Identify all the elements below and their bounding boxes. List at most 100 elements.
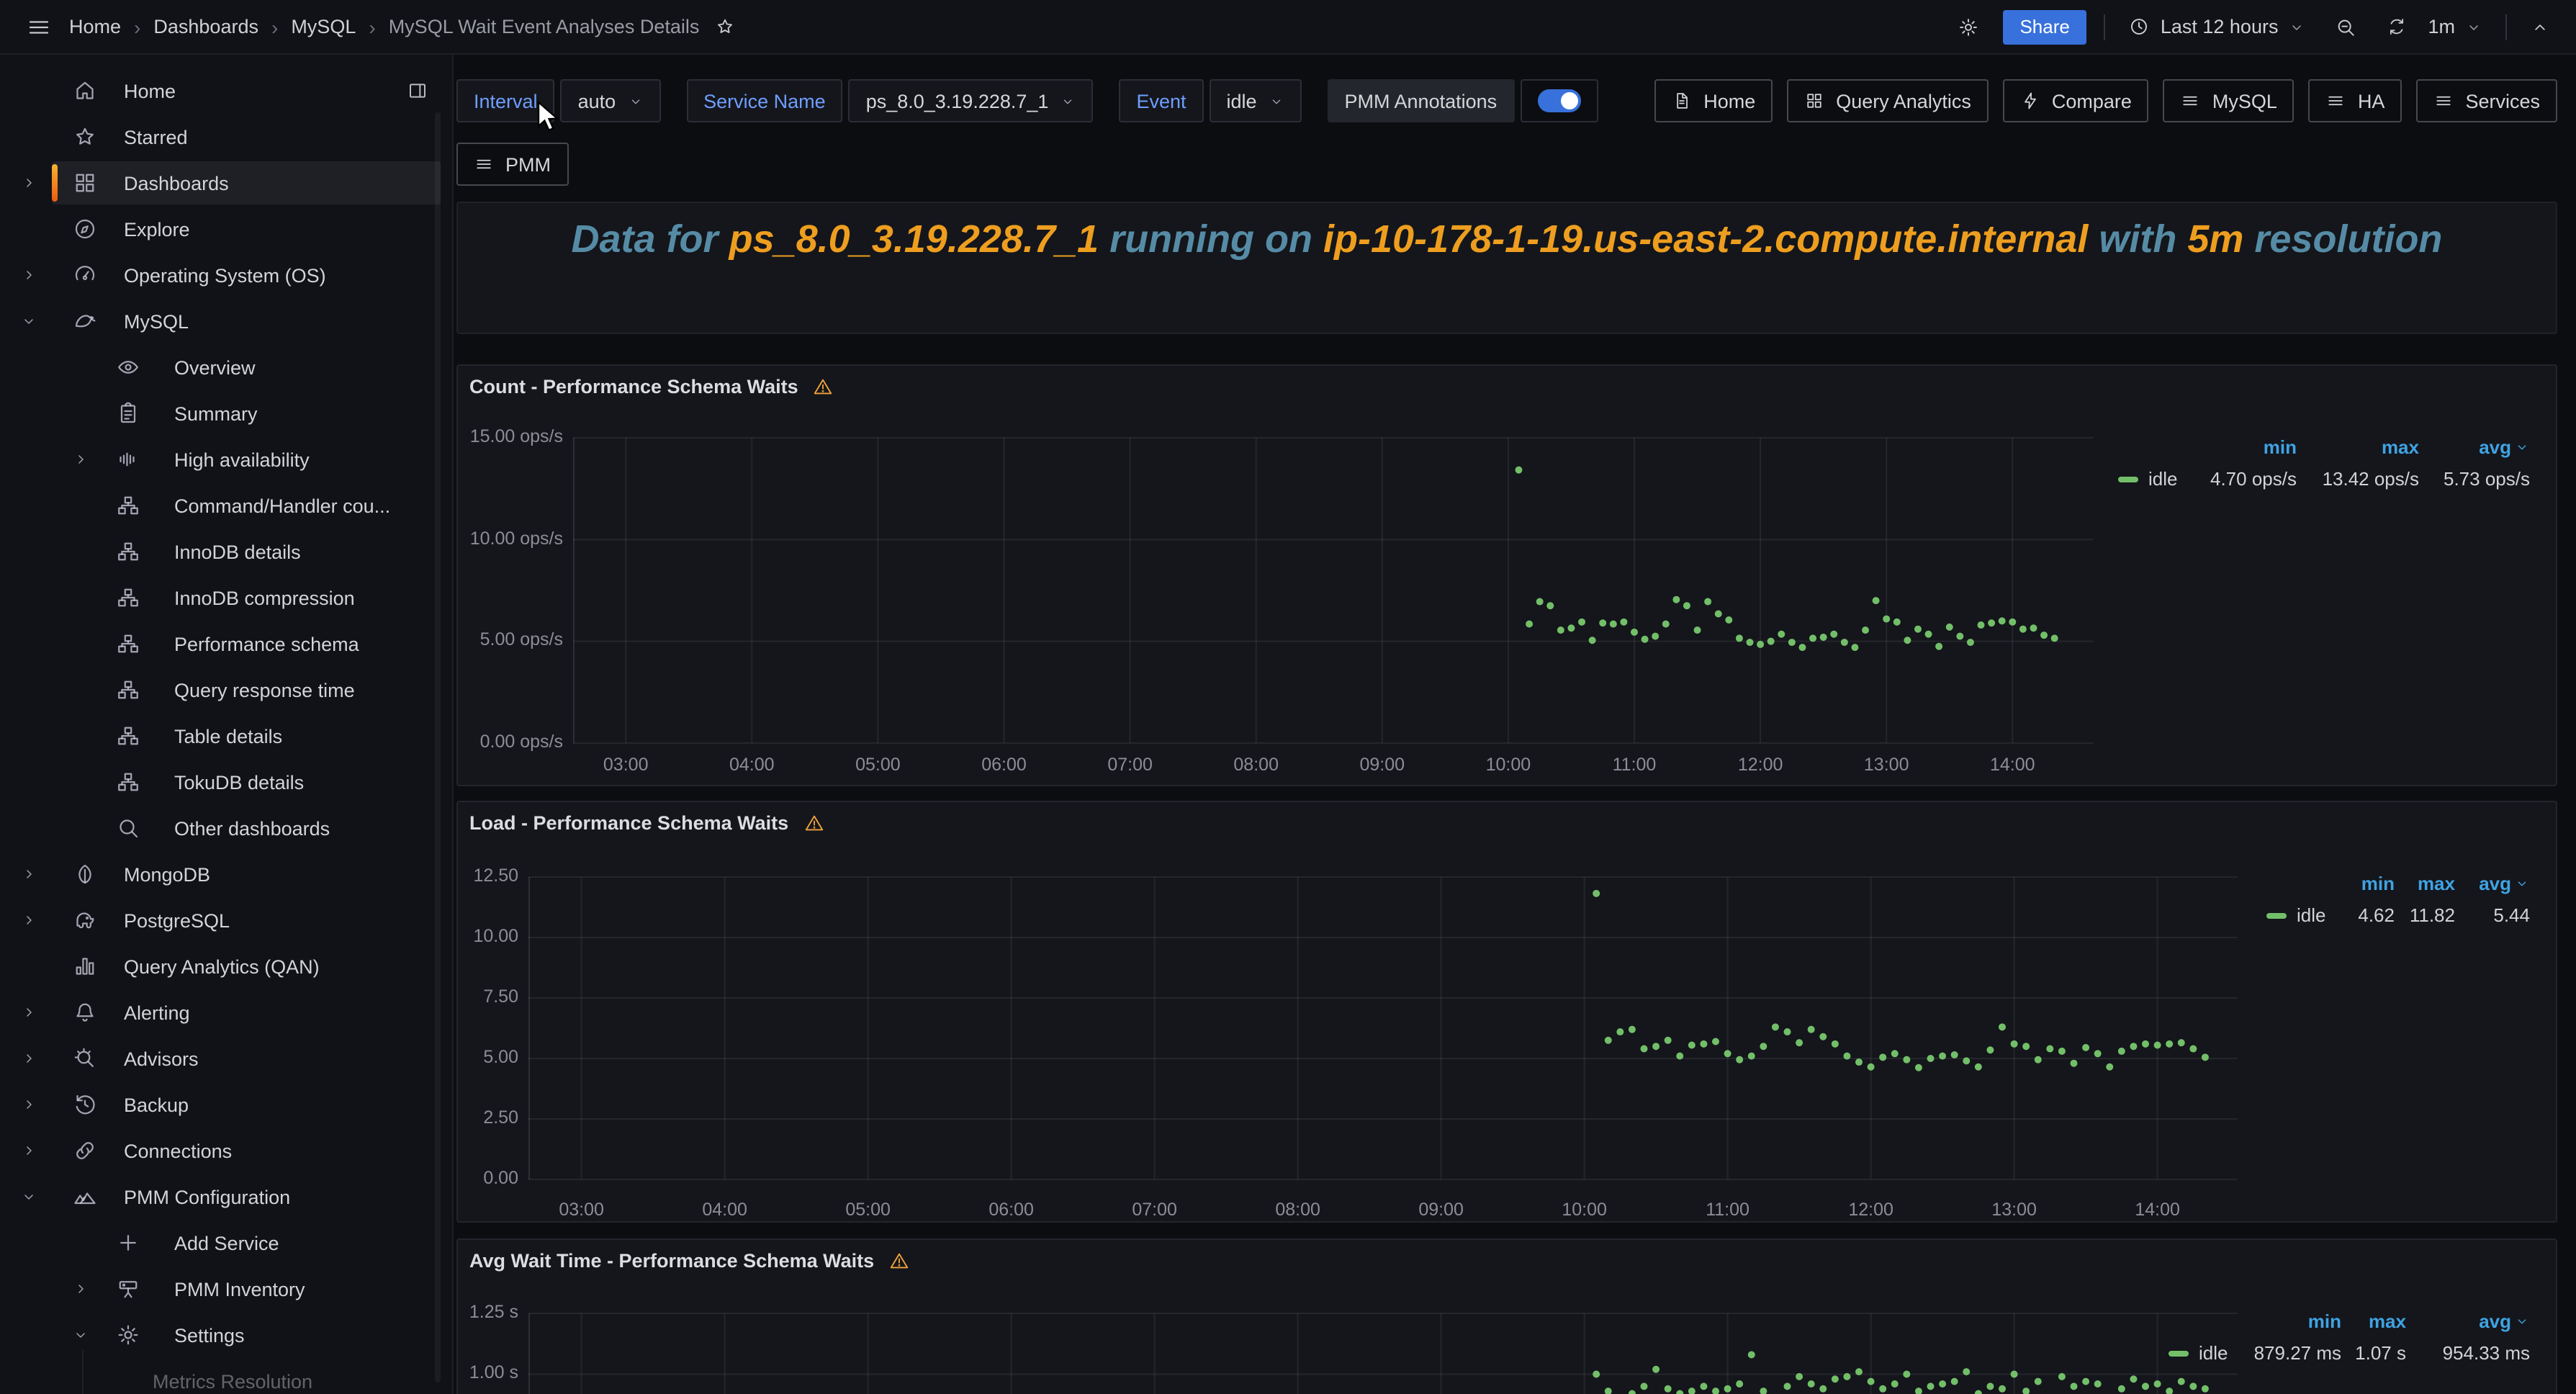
- link-button-ha[interactable]: HA: [2309, 79, 2402, 122]
- sidebar-item-innodb-compression[interactable]: InnoDB compression: [0, 575, 452, 621]
- server-icon: [115, 1276, 141, 1302]
- chevron-right-icon[interactable]: [20, 1004, 37, 1021]
- data-point: [1688, 1388, 1695, 1394]
- event-label[interactable]: Event: [1119, 79, 1203, 122]
- sidebar-item-performance-schema[interactable]: Performance schema: [0, 621, 452, 667]
- legend-sort-header-avg[interactable]: avg: [2419, 436, 2530, 458]
- data-point: [1855, 1058, 1863, 1066]
- history-icon: [72, 1092, 98, 1118]
- sidebar-item-pmm-inventory[interactable]: PMM Inventory: [0, 1266, 452, 1312]
- link-button-compare[interactable]: Compare: [2003, 79, 2149, 122]
- refresh-interval-dropdown[interactable]: 1m: [2422, 13, 2488, 40]
- legend-sort-header-avg[interactable]: avg: [2406, 1310, 2530, 1332]
- sidebar-item-overview[interactable]: Overview: [0, 344, 452, 390]
- chevron-down-icon[interactable]: [20, 312, 37, 330]
- zoom-out-button[interactable]: [2328, 9, 2363, 44]
- sidebar-item-operating-system-os[interactable]: Operating System (OS): [0, 252, 452, 298]
- chevron-right-icon[interactable]: [20, 1096, 37, 1113]
- link-button-query-analytics[interactable]: Query Analytics: [1787, 79, 1989, 122]
- service-name-label[interactable]: Service Name: [686, 79, 843, 122]
- sidebar-item-other-dashboards[interactable]: Other dashboards: [0, 805, 452, 851]
- sidebar-item-table-details[interactable]: Table details: [0, 713, 452, 759]
- refresh-button[interactable]: [2380, 10, 2413, 43]
- sidebar-item-query-analytics-qan[interactable]: Query Analytics (QAN): [0, 943, 452, 989]
- mysql-icon: [72, 308, 98, 334]
- sidebar-item-mongodb[interactable]: MongoDB: [0, 851, 452, 897]
- chevron-right-icon[interactable]: [20, 912, 37, 929]
- file-icon: [1672, 91, 1692, 111]
- sidebar-item-metrics-resolution[interactable]: Metrics Resolution: [0, 1358, 452, 1394]
- legend-series-idle[interactable]: idle: [2118, 468, 2199, 490]
- chevron-down-icon[interactable]: [20, 1188, 37, 1205]
- sidebar-item-summary[interactable]: Summary: [0, 390, 452, 436]
- share-button[interactable]: Share: [2002, 9, 2086, 44]
- panel-right-icon[interactable]: [406, 79, 429, 102]
- warning-icon[interactable]: [803, 812, 824, 834]
- chevron-right-icon[interactable]: [72, 451, 89, 468]
- sidebar-item-home[interactable]: Home: [0, 68, 452, 114]
- service-name-dropdown[interactable]: ps_8.0_3.19.228.7_1: [849, 79, 1094, 122]
- warning-icon[interactable]: [813, 376, 834, 397]
- sidebar-item-mysql[interactable]: MySQL: [0, 298, 452, 344]
- legend-sort-header-min[interactable]: min: [2233, 1310, 2341, 1332]
- link-button-mysql[interactable]: MySQL: [2163, 79, 2294, 122]
- data-point: [2035, 1378, 2042, 1385]
- data-point: [1873, 597, 1880, 604]
- pmm-annotations-toggle[interactable]: [1520, 79, 1598, 122]
- favorite-star-button[interactable]: [708, 10, 741, 43]
- chevron-right-icon[interactable]: [72, 1280, 89, 1298]
- interval-dropdown[interactable]: auto: [561, 79, 661, 122]
- pmm-link-button[interactable]: PMM: [456, 143, 568, 186]
- legend-sort-header-max[interactable]: max: [2395, 873, 2455, 894]
- data-point: [1903, 1371, 1910, 1378]
- legend-sort-header-avg[interactable]: avg: [2455, 873, 2530, 894]
- sidebar-item-query-response-time[interactable]: Query response time: [0, 667, 452, 713]
- breadcrumb-item[interactable]: Home: [69, 16, 121, 37]
- sidebar-item-explore[interactable]: Explore: [0, 206, 452, 252]
- kiosk-mode-button[interactable]: [2524, 11, 2556, 42]
- sidebar-item-settings[interactable]: Settings: [0, 1312, 452, 1358]
- sidebar-item-dashboards[interactable]: Dashboards: [0, 160, 452, 206]
- sidebar-item-advisors[interactable]: Advisors: [0, 1035, 452, 1082]
- breadcrumb-item[interactable]: MySQL: [291, 16, 356, 37]
- link-button-services[interactable]: Services: [2416, 79, 2557, 122]
- menu-toggle-button[interactable]: [20, 8, 58, 45]
- sidebar-item-high-availability[interactable]: High availability: [0, 436, 452, 482]
- data-point: [2009, 619, 2016, 626]
- time-range-picker[interactable]: Last 12 hours: [2123, 13, 2312, 40]
- chevron-down-icon[interactable]: [72, 1326, 89, 1344]
- sidebar-item-alerting[interactable]: Alerting: [0, 989, 452, 1035]
- sidebar-item-command-handler-cou[interactable]: Command/Handler cou...: [0, 482, 452, 529]
- dashboard-settings-button[interactable]: [1950, 9, 1985, 44]
- sidebar-item-connections[interactable]: Connections: [0, 1128, 452, 1174]
- panel-header[interactable]: Count - Performance Schema Waits: [469, 376, 834, 397]
- breadcrumb-item[interactable]: Dashboards: [153, 16, 258, 37]
- banner-segment: Data for: [572, 217, 729, 261]
- sidebar-item-innodb-details[interactable]: InnoDB details: [0, 529, 452, 575]
- legend-series-idle[interactable]: idle: [2266, 904, 2333, 926]
- clock-icon: [2129, 16, 2151, 37]
- legend-series-idle[interactable]: idle: [2169, 1342, 2233, 1364]
- chevron-right-icon[interactable]: [20, 865, 37, 883]
- chevron-right-icon[interactable]: [20, 174, 37, 192]
- y-axis-tick-label: 5.00 ops/s: [458, 630, 563, 650]
- chevron-right-icon[interactable]: [20, 1050, 37, 1067]
- link-button-home[interactable]: Home: [1654, 79, 1773, 122]
- panel-header[interactable]: Avg Wait Time - Performance Schema Waits: [469, 1250, 910, 1272]
- sidebar-item-starred[interactable]: Starred: [0, 114, 452, 160]
- legend-sort-header-max[interactable]: max: [2297, 436, 2419, 458]
- warning-icon[interactable]: [888, 1250, 910, 1272]
- legend-sort-header-min[interactable]: min: [2199, 436, 2297, 458]
- sidebar-item-pmm-configuration[interactable]: PMM Configuration: [0, 1174, 452, 1220]
- event-dropdown[interactable]: idle: [1210, 79, 1302, 122]
- sidebar-item-add-service[interactable]: Add Service: [0, 1220, 452, 1266]
- legend-sort-header-max[interactable]: max: [2341, 1310, 2406, 1332]
- chevron-right-icon[interactable]: [20, 266, 37, 284]
- sidebar-item-postgresql[interactable]: PostgreSQL: [0, 897, 452, 943]
- sidebar-item-tokudb-details[interactable]: TokuDB details: [0, 759, 452, 805]
- legend-sort-header-min[interactable]: min: [2333, 873, 2395, 894]
- panel-header[interactable]: Load - Performance Schema Waits: [469, 812, 824, 834]
- gear-icon: [1956, 15, 1979, 38]
- sidebar-item-backup[interactable]: Backup: [0, 1082, 452, 1128]
- chevron-right-icon[interactable]: [20, 1142, 37, 1159]
